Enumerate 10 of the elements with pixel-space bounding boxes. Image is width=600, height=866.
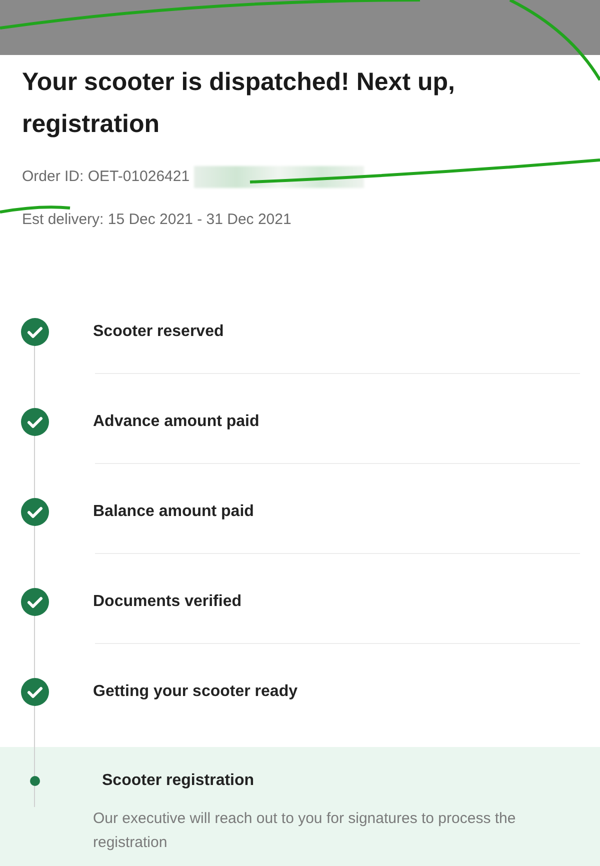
step-label: Advance amount paid [93,412,260,432]
step-description: Our executive will reach out to you for signatures to process the registration [93,808,517,852]
step-label: Documents verified [93,592,242,612]
delivery-estimate: Est delivery: 15 Dec 2021 - 31 Dec 2021 [22,210,292,230]
step-label: Balance amount paid [93,502,254,522]
step-label: Scooter registration [102,770,254,790]
order-id: Order ID: OET-01026421 [22,166,190,187]
step-label: Scooter reserved [93,322,224,342]
step-label: Getting your scooter ready [93,682,298,702]
page-title: Your scooter is dispatched! Next up, registration [22,67,456,140]
